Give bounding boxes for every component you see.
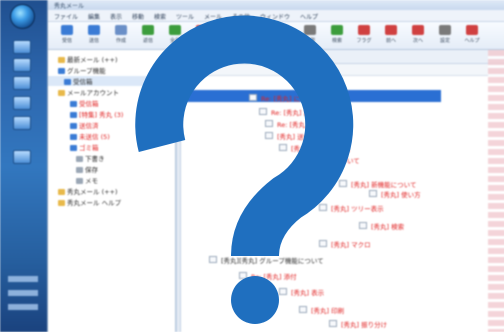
question-mark-icon xyxy=(135,15,354,324)
question-mark-hook xyxy=(135,15,354,258)
question-mark-dot xyxy=(231,276,279,324)
